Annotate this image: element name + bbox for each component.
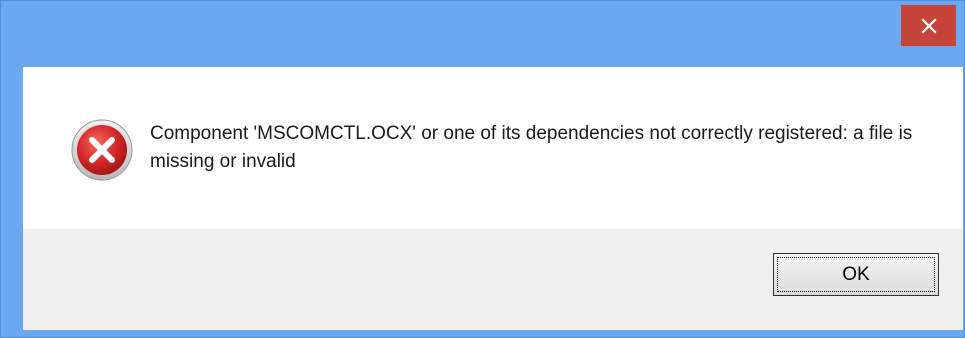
error-message: Component 'MSCOMCTL.OCX' or one of its d… (150, 123, 913, 172)
button-bar: OK (23, 229, 963, 330)
error-dialog-window: Component 'MSCOMCTL.OCX' or one of its d… (0, 0, 965, 338)
dialog-client-area: Component 'MSCOMCTL.OCX' or one of its d… (23, 67, 963, 330)
error-icon (71, 119, 133, 181)
ok-button[interactable]: OK (773, 253, 939, 296)
message-area: Component 'MSCOMCTL.OCX' or one of its d… (23, 67, 963, 229)
ok-button-label: OK (842, 263, 870, 285)
title-bar[interactable] (1, 1, 964, 67)
close-icon (920, 17, 937, 34)
close-button[interactable] (901, 5, 956, 46)
